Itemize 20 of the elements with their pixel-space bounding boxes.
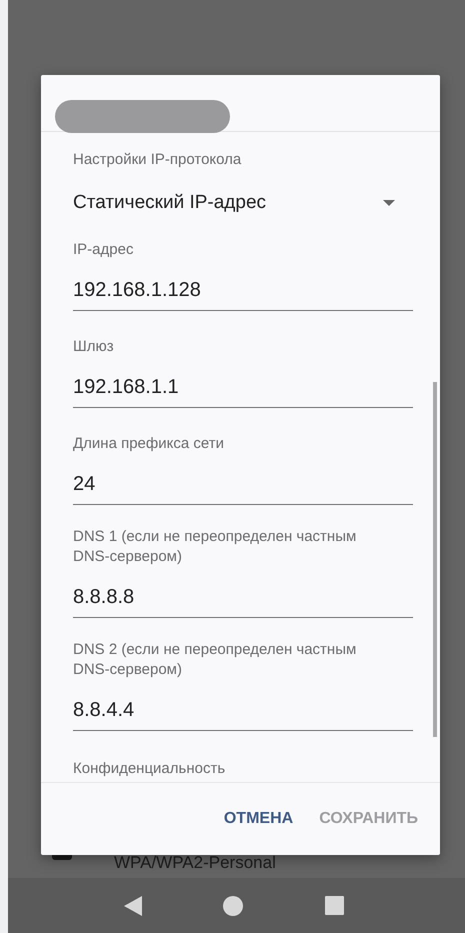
field-label: Настройки IP-протокола	[73, 150, 242, 170]
input-field[interactable]: 8.8.4.4	[73, 698, 413, 731]
input-field[interactable]: 24	[73, 472, 413, 505]
input-field[interactable]: 192.168.1.128	[73, 278, 413, 311]
back-icon[interactable]	[124, 896, 142, 916]
field-label: IP-адрес	[73, 240, 134, 260]
dropdown-caret-icon	[383, 200, 395, 206]
recents-icon[interactable]	[325, 896, 344, 915]
field-label: DNS 1 (если не переопределен частным DNS-сервером)	[73, 527, 358, 567]
home-icon[interactable]	[223, 896, 244, 916]
ip-settings-dropdown[interactable]: Статический IP-адрес	[73, 190, 413, 216]
field-label: Длина префикса сети	[73, 434, 225, 454]
scrollbar[interactable]	[433, 382, 437, 737]
input-field[interactable]: 192.168.1.1	[73, 375, 413, 408]
cancel-button[interactable]: ОТМЕНА	[224, 804, 294, 834]
field-label: DNS 2 (если не переопределен частным DNS-сервером)	[73, 640, 358, 680]
section-title: Конфиденциальность	[73, 759, 226, 779]
field-label: Шлюз	[73, 337, 115, 357]
security-type: WPA/WPA2-Personal	[114, 853, 276, 873]
input-field[interactable]: 8.8.8.8	[73, 585, 413, 618]
